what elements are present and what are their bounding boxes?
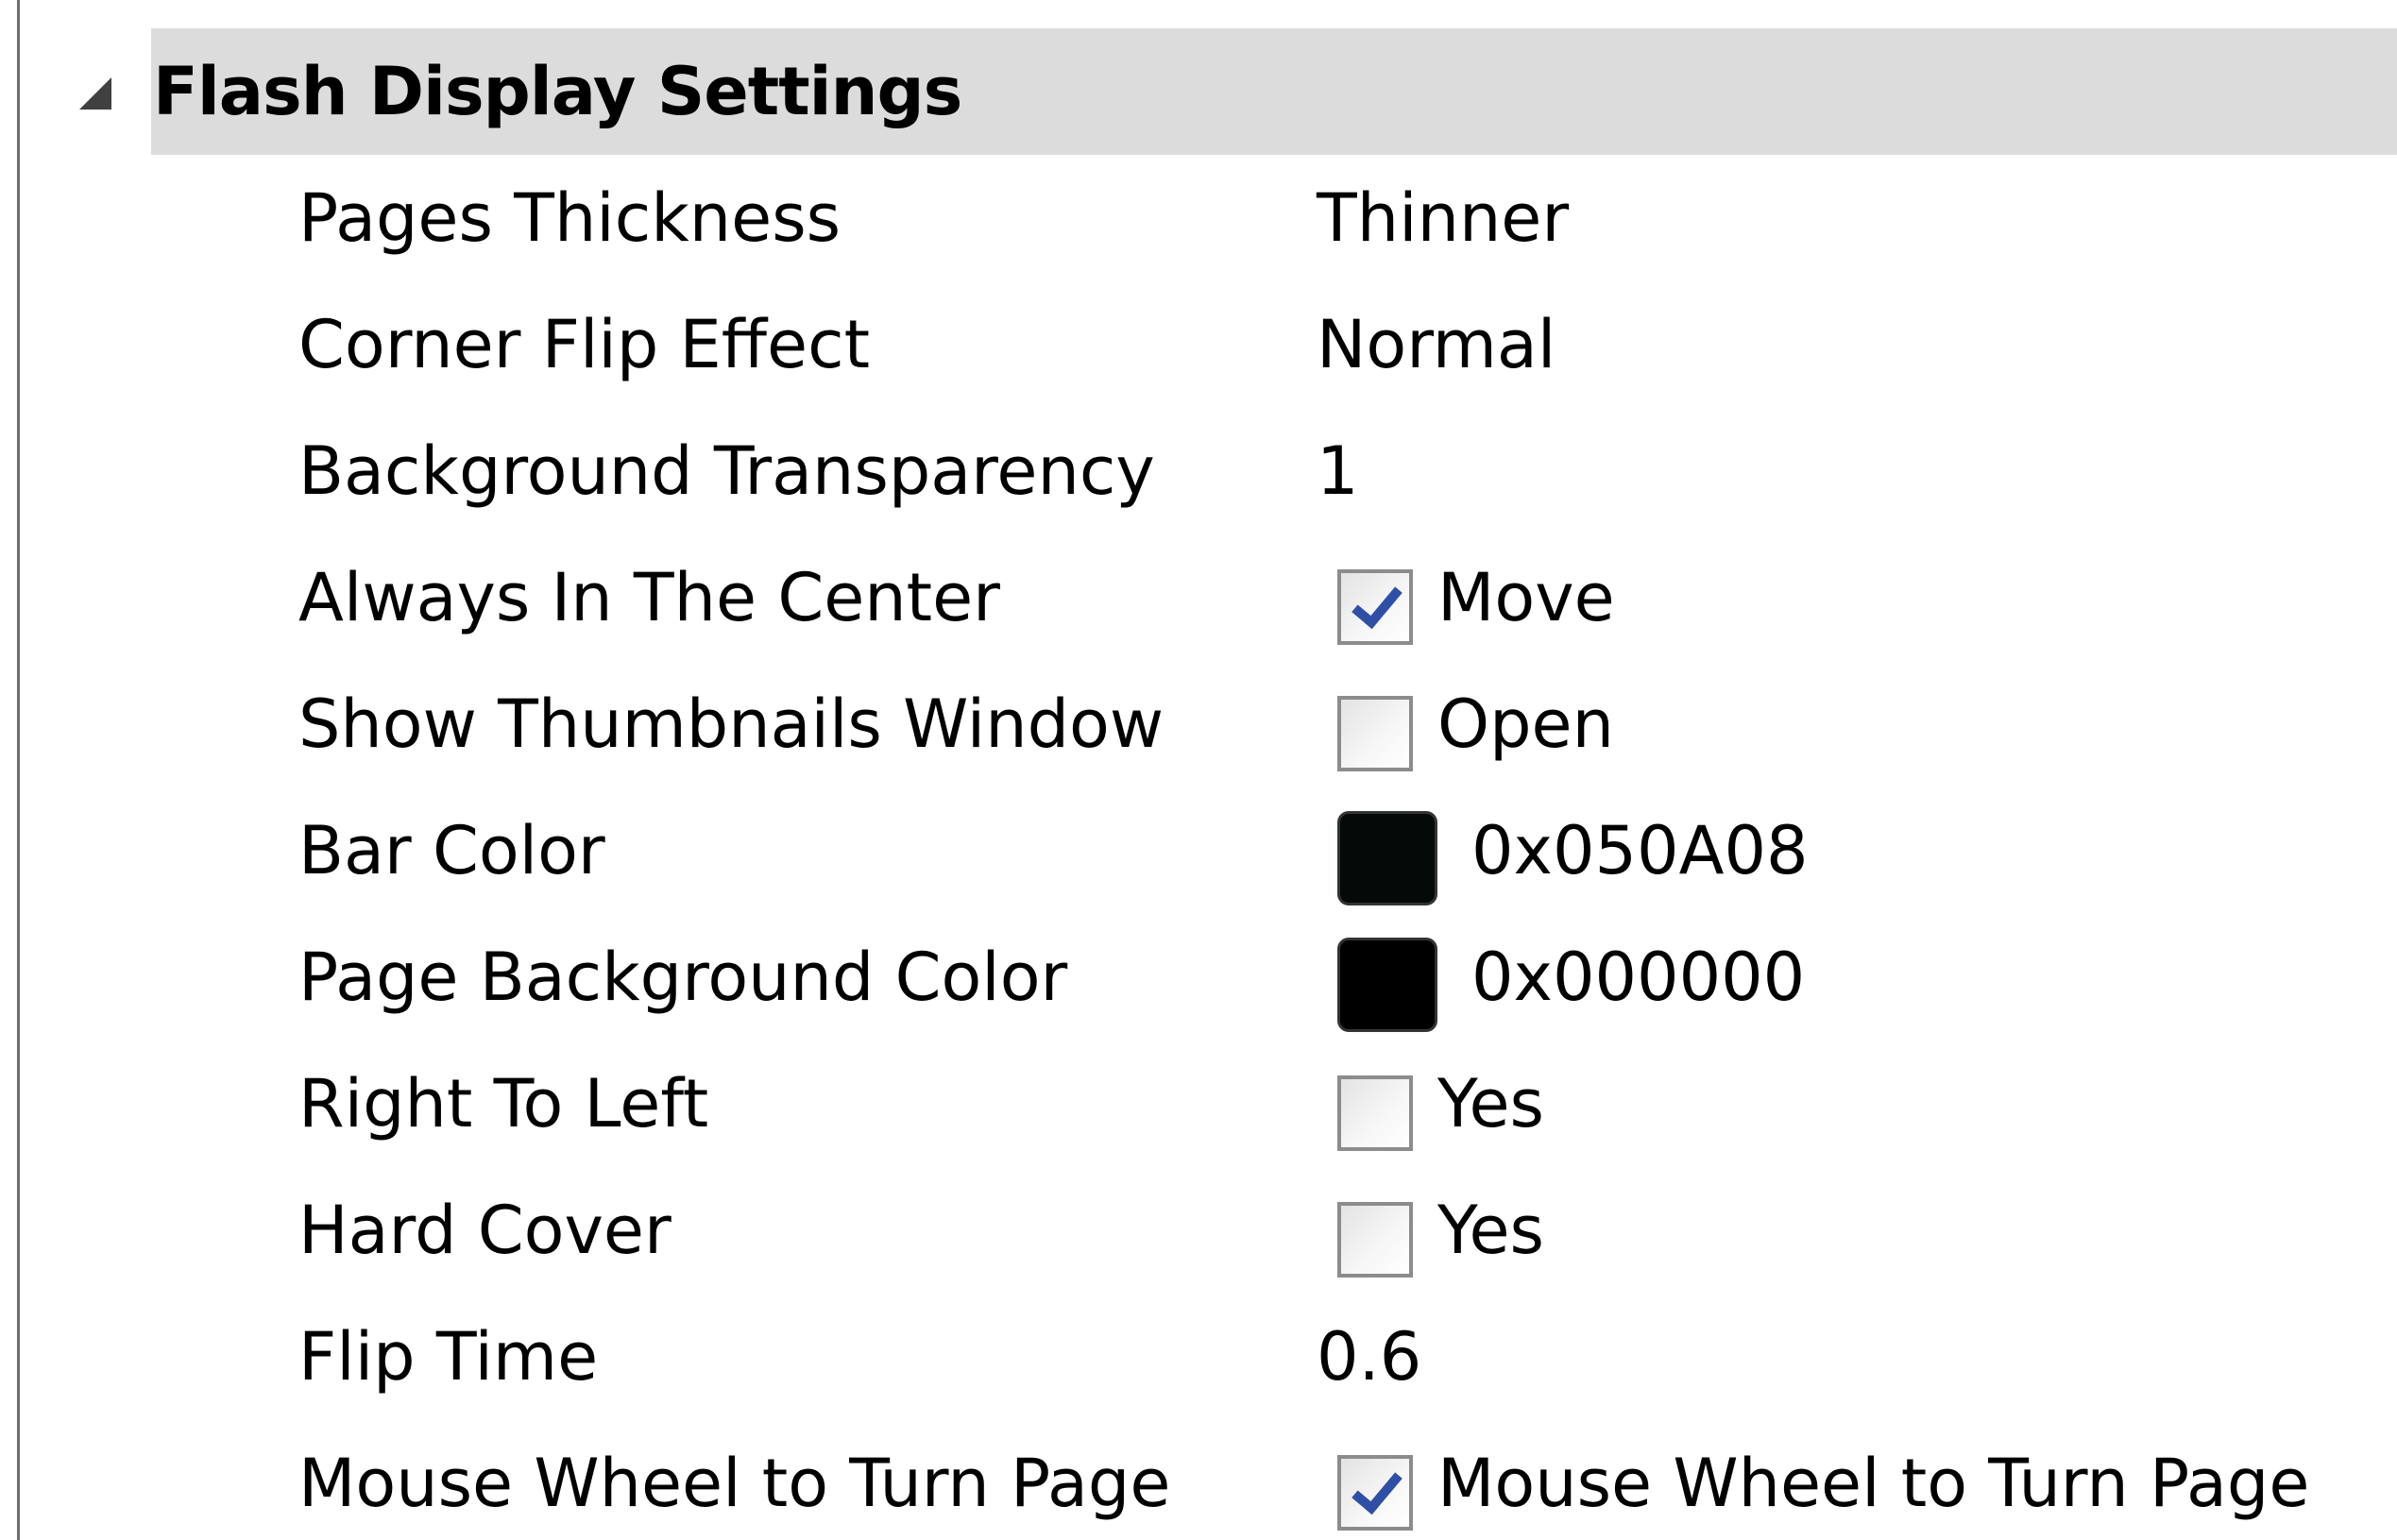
property-row-bar-color[interactable]: Bar Color 0x050A08 — [0, 787, 2397, 914]
property-label: Pages Thickness — [298, 179, 842, 257]
property-label: Always In The Center — [298, 559, 1000, 636]
right-to-left-checkbox[interactable] — [1337, 1075, 1413, 1151]
checkmark-icon — [1352, 575, 1402, 630]
property-label: Flip Time — [298, 1318, 599, 1396]
property-label: Mouse Wheel to Turn Page — [298, 1445, 1171, 1522]
checkmark-icon — [1352, 1461, 1402, 1515]
checkbox-label: Mouse Wheel to Turn Page — [1437, 1445, 2310, 1522]
checkbox-label: Yes — [1437, 1065, 1544, 1142]
show-thumbnails-checkbox[interactable] — [1337, 696, 1413, 771]
property-value[interactable]: Thinner — [1317, 155, 1569, 281]
page-background-color-swatch[interactable] — [1337, 938, 1437, 1032]
property-label: Corner Flip Effect — [298, 306, 871, 383]
property-row-background-transparency[interactable]: Background Transparency 1 — [0, 408, 2397, 534]
checkbox-label: Yes — [1437, 1192, 1544, 1269]
always-in-center-checkbox[interactable] — [1337, 569, 1413, 645]
property-row-pages-thickness[interactable]: Pages Thickness Thinner — [0, 155, 2397, 281]
property-row-mouse-wheel-to-turn-page[interactable]: Mouse Wheel to Turn Page Mouse Wheel to … — [0, 1420, 2397, 1540]
property-row-always-in-the-center[interactable]: Always In The Center Move — [0, 534, 2397, 661]
color-value[interactable]: 0x050A08 — [1471, 787, 1809, 914]
property-value[interactable]: 0.6 — [1317, 1294, 1421, 1420]
checkbox-label: Open — [1437, 685, 1614, 763]
property-row-flip-time[interactable]: Flip Time 0.6 — [0, 1294, 2397, 1420]
hard-cover-checkbox[interactable] — [1337, 1202, 1413, 1278]
property-row-show-thumbnails-window[interactable]: Show Thumbnails Window Open — [0, 661, 2397, 787]
property-label: Hard Cover — [298, 1192, 672, 1269]
property-label: Background Transparency — [298, 432, 1155, 510]
property-label: Page Background Color — [298, 939, 1068, 1016]
group-title: Flash Display Settings — [153, 53, 962, 130]
property-value[interactable]: 1 — [1317, 408, 1359, 534]
property-label: Right To Left — [298, 1065, 709, 1142]
property-row-page-background-color[interactable]: Page Background Color 0x000000 — [0, 914, 2397, 1041]
property-value[interactable]: Normal — [1317, 281, 1556, 408]
property-row-right-to-left[interactable]: Right To Left Yes — [0, 1041, 2397, 1167]
property-row-corner-flip-effect[interactable]: Corner Flip Effect Normal — [0, 281, 2397, 408]
color-value[interactable]: 0x000000 — [1471, 914, 1805, 1041]
mouse-wheel-checkbox[interactable] — [1337, 1455, 1413, 1531]
property-label: Bar Color — [298, 812, 605, 889]
property-row-hard-cover[interactable]: Hard Cover Yes — [0, 1167, 2397, 1294]
collapse-triangle-icon[interactable] — [79, 77, 111, 110]
bar-color-swatch[interactable] — [1337, 811, 1437, 905]
checkbox-label: Move — [1437, 559, 1615, 636]
property-label: Show Thumbnails Window — [298, 685, 1164, 763]
